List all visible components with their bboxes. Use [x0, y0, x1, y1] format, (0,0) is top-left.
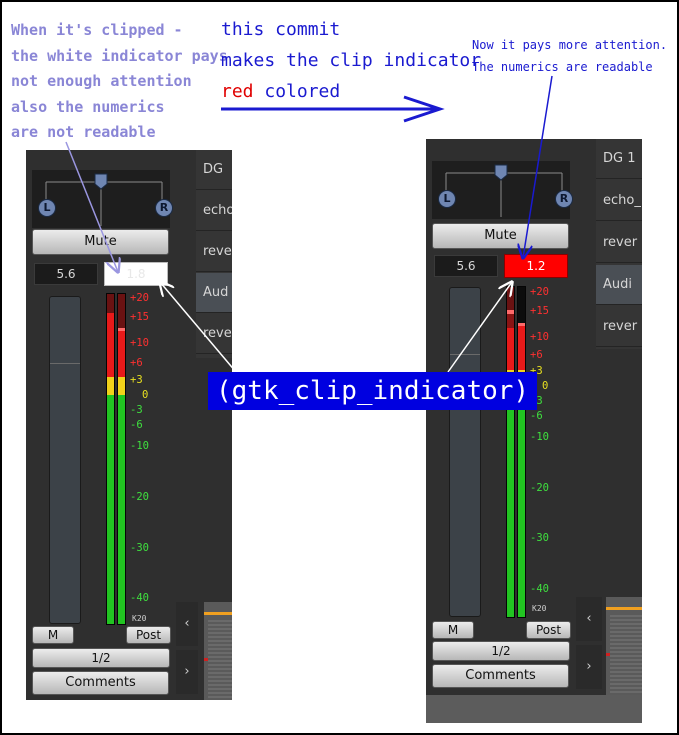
- tick-label: -10: [530, 431, 549, 443]
- list-item[interactable]: reve: [196, 314, 232, 354]
- annotation-before-line: also the numerics: [11, 97, 165, 116]
- list-item[interactable]: echo: [196, 191, 232, 231]
- mute-button[interactable]: Mute: [432, 223, 569, 249]
- tick-label: -30: [130, 542, 149, 554]
- fader-unity-line: [50, 363, 80, 364]
- annotation-after-line: The numerics are readable: [472, 60, 653, 74]
- tick-label: 0: [142, 389, 149, 401]
- fader-unity-line: [450, 354, 480, 355]
- list-item[interactable]: Audi: [596, 265, 642, 305]
- panner-after[interactable]: L R: [432, 161, 573, 219]
- tick-label: -10: [130, 440, 149, 452]
- gain-fader[interactable]: [449, 287, 481, 617]
- annotation-before-line: When it's clipped -: [11, 21, 183, 39]
- clip-indicator-callout: (gtk_clip_indicator): [208, 372, 538, 410]
- input-monitor-button[interactable]: M: [32, 626, 74, 644]
- meter-point-button[interactable]: Post: [526, 621, 571, 639]
- list-item[interactable]: DG: [196, 150, 232, 190]
- panner-lines-icon: [445, 164, 563, 217]
- annotation-commit-line: makes the clip indicator: [221, 50, 482, 71]
- list-item[interactable]: DG 1: [596, 139, 642, 179]
- panner-before[interactable]: L R: [32, 170, 173, 228]
- annotation-red-word: red: [221, 81, 254, 102]
- pan-left-node[interactable]: L: [38, 199, 56, 217]
- input-button[interactable]: 1/2: [32, 648, 170, 668]
- tick-label: -40: [530, 583, 549, 595]
- level-meter-left: [506, 286, 515, 618]
- annotation-before: When it's clipped - the white indicator …: [11, 18, 228, 146]
- annotation-commit-line: red colored: [221, 76, 481, 107]
- list-item[interactable]: Aud: [196, 273, 232, 313]
- scroll-next-button[interactable]: ›: [176, 650, 198, 694]
- list-item[interactable]: reve: [196, 232, 232, 272]
- tick-label: +6: [130, 357, 143, 369]
- tick-label: -6: [530, 410, 543, 422]
- gain-value[interactable]: 5.6: [34, 263, 98, 285]
- tick-label: -3: [130, 404, 143, 416]
- meter-point-button[interactable]: Post: [126, 626, 171, 644]
- tick-label: -20: [130, 491, 149, 503]
- pan-right-node[interactable]: R: [155, 199, 173, 217]
- gain-fader[interactable]: [49, 296, 81, 624]
- annotation-before-line: the white indicator pays: [11, 46, 228, 65]
- strip-bottom-bar: [426, 695, 642, 723]
- mixer-strip-before: L R Mute 5.6 1.8 +20 +15 +10 +6 +3 0 -3 …: [26, 150, 232, 700]
- panner-lines-icon: [45, 173, 163, 226]
- timeline-region: [606, 597, 642, 695]
- level-meter-left: [106, 293, 115, 625]
- tick-label: +15: [530, 305, 549, 317]
- peak-clip-indicator[interactable]: 1.2: [504, 254, 568, 278]
- meter-scale: +20 +15 +10 +6 +3 0 -3 -6 -10 -20 -30 -4…: [530, 286, 570, 626]
- annotation-colored-word: colored: [253, 81, 341, 102]
- timeline-region: [204, 602, 232, 700]
- plugin-list-after: DG 1 echo_ rever Audi rever: [596, 139, 642, 349]
- annotation-before-line: are not readable: [11, 123, 156, 141]
- pan-left-node[interactable]: L: [438, 190, 456, 208]
- annotation-commit: this commit makes the clip indicator red…: [221, 14, 481, 107]
- tick-label: +20: [530, 286, 549, 298]
- list-item[interactable]: rever: [596, 223, 642, 263]
- list-item[interactable]: echo_: [596, 181, 642, 221]
- scroll-prev-button[interactable]: ‹: [176, 602, 198, 646]
- mixer-strip-after: L R Mute 5.6 1.2 +20 +15 +10 +6 +3 0 -3 …: [426, 139, 642, 723]
- tick-label: -20: [530, 482, 549, 494]
- meter-scale: +20 +15 +10 +6 +3 0 -3 -6 -10 -20 -30 -4…: [130, 292, 170, 632]
- tick-label: +3: [130, 374, 143, 386]
- gain-value[interactable]: 5.6: [434, 255, 498, 277]
- input-monitor-button[interactable]: M: [432, 621, 474, 639]
- annotation-commit-line: this commit: [221, 19, 341, 40]
- list-item[interactable]: rever: [596, 307, 642, 347]
- annotation-before-line: not enough attention: [11, 72, 192, 90]
- tick-label: +6: [530, 349, 543, 361]
- tick-label: +10: [130, 337, 149, 349]
- tick-label: 0: [542, 380, 549, 392]
- tick-label: -6: [130, 419, 143, 431]
- comments-button[interactable]: Comments: [32, 671, 169, 695]
- input-button[interactable]: 1/2: [432, 641, 570, 661]
- annotation-after-line: Now it pays more attention.: [472, 38, 668, 52]
- tick-label: +15: [130, 311, 149, 323]
- level-meter-right: [517, 286, 526, 618]
- meter-type-label[interactable]: K20: [132, 614, 146, 623]
- peak-clip-indicator[interactable]: 1.8: [104, 262, 168, 286]
- comments-button[interactable]: Comments: [432, 664, 569, 688]
- pan-right-node[interactable]: R: [555, 190, 573, 208]
- meter-type-label[interactable]: K20: [532, 604, 546, 613]
- scroll-prev-button[interactable]: ‹: [576, 597, 602, 641]
- tick-label: +10: [530, 331, 549, 343]
- tick-label: -40: [130, 592, 149, 604]
- tick-label: -30: [530, 532, 549, 544]
- level-meter-right: [117, 293, 126, 625]
- annotation-after: Now it pays more attention. The numerics…: [472, 34, 667, 78]
- tick-label: +20: [130, 292, 149, 304]
- mute-button[interactable]: Mute: [32, 229, 169, 255]
- plugin-list-before: DG echo reve Aud reve: [196, 150, 232, 358]
- scroll-next-button[interactable]: ›: [576, 645, 602, 689]
